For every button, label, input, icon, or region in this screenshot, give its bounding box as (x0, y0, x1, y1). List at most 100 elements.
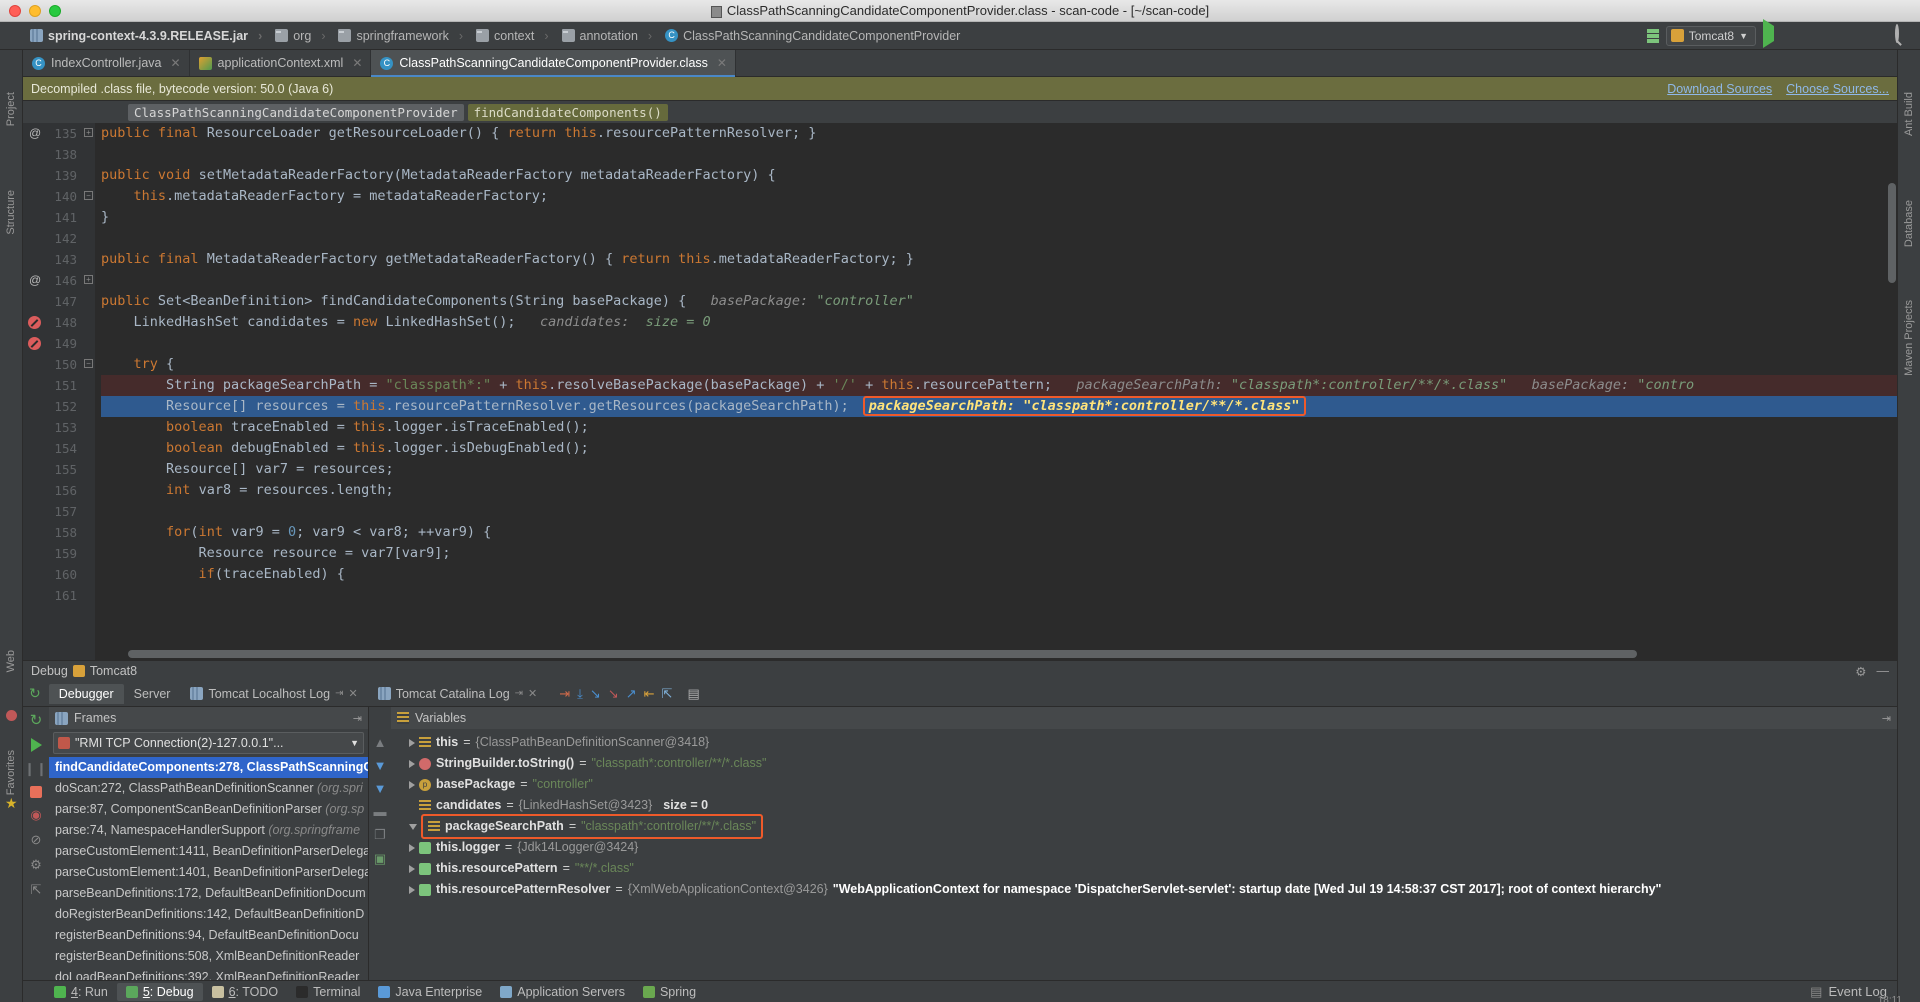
code-line[interactable] (101, 333, 1897, 354)
mute-breakpoints-icon[interactable]: ⊘ (31, 832, 42, 848)
breadcrumb-item-jar[interactable]: spring-context-4.3.9.RELEASE.jar › (26, 29, 271, 43)
frame-row[interactable]: parseCustomElement:1411, BeanDefinitionP… (49, 841, 368, 862)
resume-program-icon[interactable] (30, 738, 42, 752)
collapse-icon[interactable]: ⇥ (353, 712, 368, 725)
variable-row[interactable]: this.logger = {Jdk14Logger@3424} (391, 837, 1897, 858)
tool-window-project[interactable]: Project (5, 92, 17, 126)
tool-window-maven-projects[interactable]: Maven Projects (1903, 300, 1915, 376)
rerun-icon[interactable]: ↻ (29, 685, 41, 702)
pause-icon[interactable]: ❙❙ (24, 761, 48, 777)
breadcrumb-method-name[interactable]: findCandidateComponents() (467, 103, 668, 121)
code-line[interactable]: public Set<BeanDefinition> findCandidate… (101, 291, 1897, 312)
frame-row[interactable]: findCandidateComponents:278, ClassPathSc… (49, 757, 368, 778)
code-line[interactable] (101, 501, 1897, 522)
editor-fold-column[interactable]: + − + − (81, 123, 95, 660)
tab-debugger[interactable]: Debugger (48, 683, 124, 704)
refresh-icon[interactable]: ↻ (30, 711, 43, 729)
frame-row[interactable]: parseBeanDefinitions:172, DefaultBeanDef… (49, 883, 368, 904)
frame-row[interactable]: doScan:272, ClassPathBeanDefinitionScann… (49, 778, 368, 799)
bottom-tool-terminal[interactable]: Terminal (287, 983, 369, 1001)
evaluate-expression-icon[interactable]: ▤ (687, 686, 699, 702)
breadcrumb-class-name[interactable]: ClassPathScanningCandidateComponentProvi… (128, 103, 464, 121)
code-line[interactable] (101, 228, 1897, 249)
frame-row[interactable]: doRegisterBeanDefinitions:142, DefaultBe… (49, 904, 368, 925)
variable-row[interactable]: packageSearchPath = "classpath*:controller… (391, 814, 1897, 839)
code-line[interactable]: for(int var9 = 0; var9 < var8; ++var9) { (101, 522, 1897, 543)
code-line[interactable]: public void setMetadataReaderFactory(Met… (101, 165, 1897, 186)
run-button[interactable] (1763, 19, 1782, 48)
frame-row[interactable]: parse:74, NamespaceHandlerSupport (org.s… (49, 820, 368, 841)
image-icon[interactable]: ▣ (374, 851, 386, 867)
variable-row[interactable]: p basePackage = "controller" (391, 774, 1897, 795)
frame-row[interactable]: doLoadBeanDefinitions:392, XmlBeanDefini… (49, 967, 368, 980)
variables-list[interactable]: this = {ClassPathBeanDefinitionScanner@341… (391, 729, 1897, 980)
tool-window-structure[interactable]: Structure (5, 190, 17, 235)
fold-icon[interactable]: − (84, 359, 93, 368)
show-execution-point-icon[interactable]: ⇥ (559, 686, 570, 702)
bottom-tool-run[interactable]: 4: Run (45, 983, 117, 1001)
copy-icon[interactable]: ❐ (374, 827, 386, 843)
code-line[interactable]: public final MetadataReaderFactory getMe… (101, 249, 1897, 270)
thread-selector[interactable]: "RMI TCP Connection(2)-127.0.0.1"... ▼ (53, 732, 364, 754)
detach-icon[interactable]: ⇥ (335, 688, 343, 699)
pin-icon[interactable]: ⇱ (31, 882, 42, 898)
up-arrow-icon[interactable]: ▲ (374, 735, 387, 750)
chevron-right-icon[interactable] (409, 780, 415, 789)
bottom-tool-spring[interactable]: Spring (634, 983, 705, 1001)
tool-window-ant-build[interactable]: Ant Build (1903, 92, 1915, 136)
code-line[interactable] (101, 585, 1897, 606)
code-line[interactable]: try { (101, 354, 1897, 375)
close-icon[interactable]: ✕ (348, 687, 357, 700)
fold-icon[interactable]: − (84, 191, 93, 200)
editor-horizontal-scrollbar[interactable] (128, 650, 1637, 658)
variable-row[interactable]: StringBuilder.toString() = "classpath*:con… (391, 753, 1897, 774)
code-line[interactable] (101, 144, 1897, 165)
detach-icon[interactable]: ⇥ (515, 688, 523, 699)
bottom-tool-application-servers[interactable]: Application Servers (491, 983, 634, 1001)
view-breakpoints-icon[interactable]: ◉ (30, 807, 41, 823)
download-sources-link[interactable]: Download Sources (1667, 82, 1772, 96)
run-to-cursor-icon[interactable]: ⇱ (662, 686, 673, 702)
fold-icon[interactable]: + (84, 128, 93, 137)
close-icon[interactable]: ✕ (352, 56, 362, 70)
settings-icon[interactable]: ⚙ (30, 857, 42, 873)
chevron-right-icon[interactable] (409, 759, 415, 768)
code-line[interactable]: LinkedHashSet candidates = new LinkedHas… (101, 312, 1897, 333)
frames-list[interactable]: findCandidateComponents:278, ClassPathSc… (49, 757, 368, 980)
breakpoint-icon[interactable] (28, 316, 41, 329)
tool-window-database[interactable]: Database (1903, 200, 1915, 247)
editor-gutter-icons[interactable]: @ @ (23, 123, 49, 660)
code-line[interactable]: Resource[] resources = this.resourcePatt… (101, 396, 1897, 417)
code-line[interactable] (101, 270, 1897, 291)
chevron-right-icon[interactable] (409, 864, 415, 873)
tab-server[interactable]: Server (124, 684, 181, 704)
code-line[interactable]: String packageSearchPath = "classpath*:"… (101, 375, 1897, 396)
tab-IndexController-java[interactable]: C IndexController.java ✕ (23, 50, 190, 76)
debug-button[interactable] (1789, 26, 1808, 45)
chevron-right-icon[interactable] (409, 885, 415, 894)
step-over-icon[interactable]: ⤓ (577, 686, 583, 702)
minus-icon[interactable]: ▬ (374, 804, 387, 819)
drop-frame-icon[interactable]: ⇤ (644, 686, 655, 702)
bottom-tool-java-enterprise[interactable]: Java Enterprise (369, 983, 491, 1001)
breadcrumb-item-annotation[interactable]: annotation › (558, 29, 662, 43)
code-line[interactable]: if(traceEnabled) { (101, 564, 1897, 585)
code-line[interactable]: this.metadataReaderFactory = metadataRea… (101, 186, 1897, 207)
breadcrumb-item-org[interactable]: org › (271, 29, 334, 43)
variable-row[interactable]: this.resourcePatternResolver = {XmlWebAppl… (391, 879, 1897, 900)
editor-vertical-scrollbar[interactable] (1888, 183, 1896, 283)
close-icon[interactable]: ✕ (717, 56, 727, 70)
code-line[interactable]: boolean debugEnabled = this.logger.isDeb… (101, 438, 1897, 459)
tab-ClassPathScanningCandidateComponentProvider-class[interactable]: C ClassPathScanningCandidateComponentPro… (371, 50, 736, 77)
code-line[interactable]: } (101, 207, 1897, 228)
tool-window-web[interactable]: Web (5, 650, 17, 672)
breakpoint-icon[interactable] (28, 337, 41, 350)
code-line[interactable]: Resource resource = var7[var9]; (101, 543, 1897, 564)
tool-window-favorites[interactable]: Favorites (5, 750, 17, 795)
editor-code-content[interactable]: public final ResourceLoader getResourceL… (95, 123, 1897, 660)
frame-row[interactable]: parse:87, ComponentScanBeanDefinitionPar… (49, 799, 368, 820)
code-line[interactable]: Resource[] var7 = resources; (101, 459, 1897, 480)
close-icon[interactable]: ✕ (528, 687, 537, 700)
run-configuration-selector[interactable]: Tomcat8 ▼ (1665, 25, 1756, 46)
tab-applicationContext-xml[interactable]: applicationContext.xml ✕ (190, 50, 372, 76)
